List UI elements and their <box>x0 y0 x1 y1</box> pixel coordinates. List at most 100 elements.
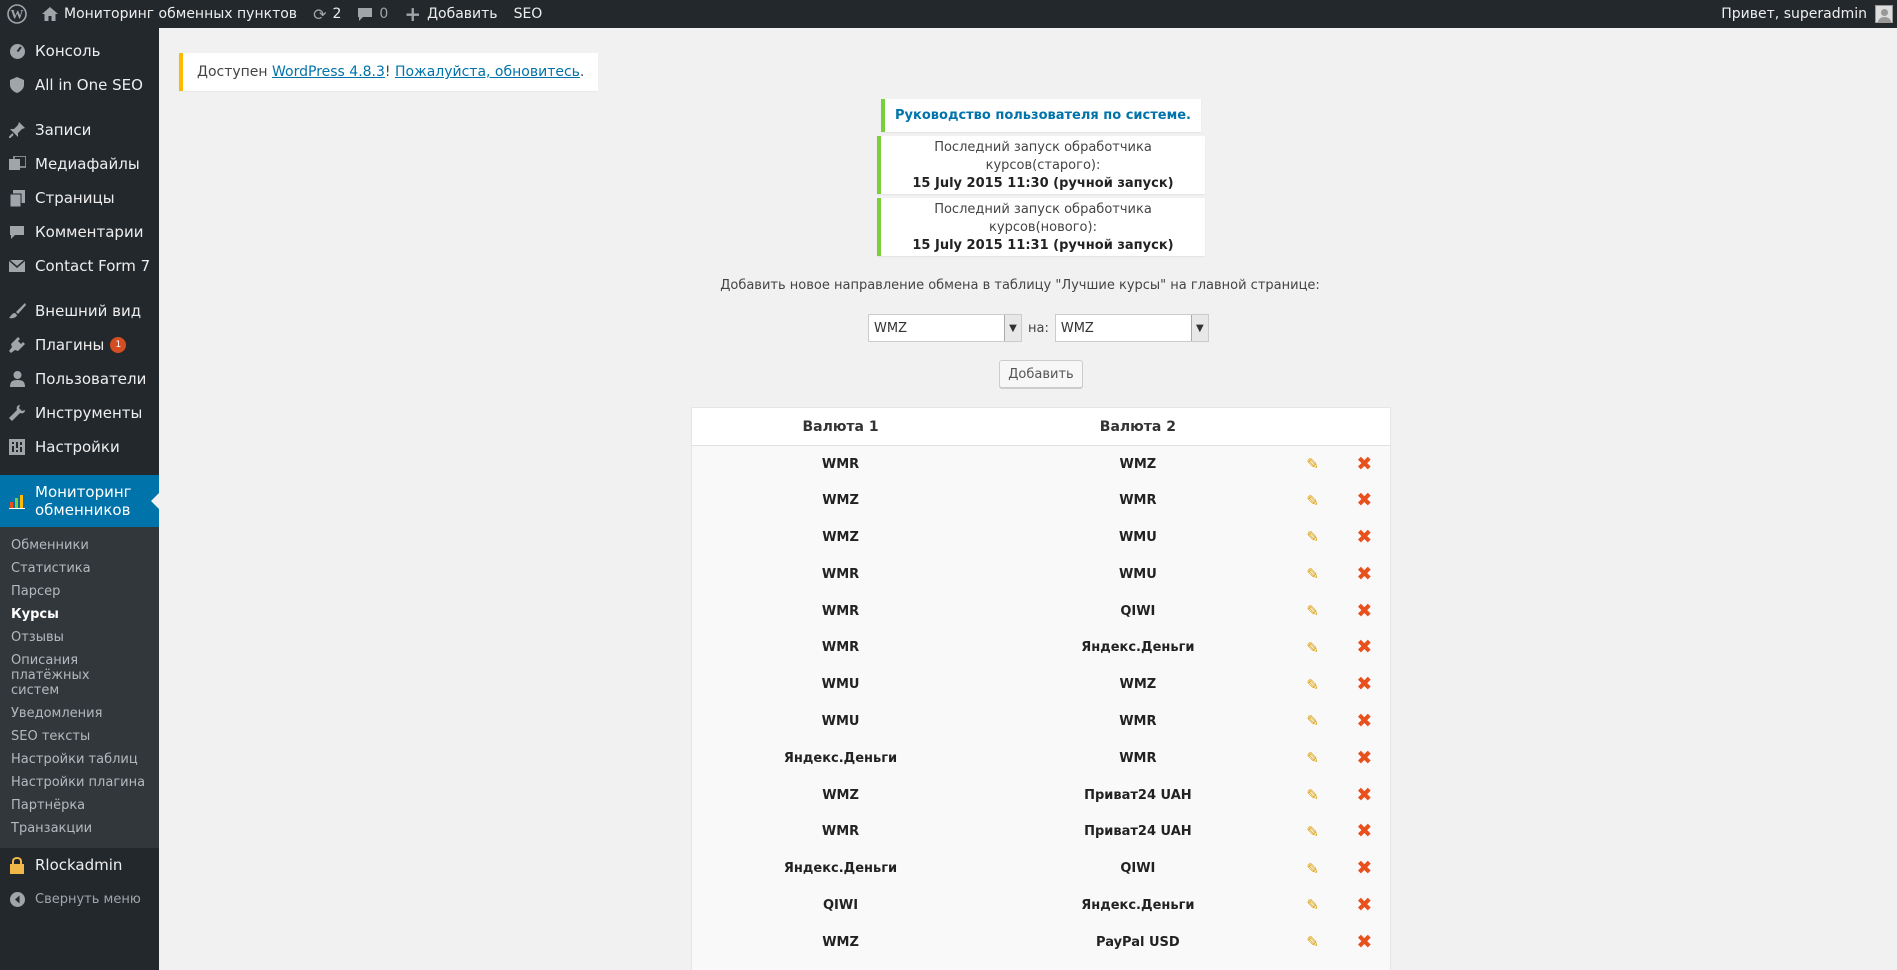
my-account-link[interactable]: Привет, superadmin <box>1713 0 1897 28</box>
currency-2-cell: QIWI <box>1120 603 1156 619</box>
main-content: Доступен WordPress 4.8.3! Пожалуйста, об… <box>159 28 1897 970</box>
submenu-item-rates[interactable]: Курсы <box>0 603 159 626</box>
old-handler-line2: курсов(старого): <box>985 158 1101 173</box>
menu-label: Записи <box>35 121 92 139</box>
menu-media[interactable]: Медиафайлы <box>0 147 159 181</box>
submenu-item-exchangers[interactable]: Обменники <box>0 534 159 557</box>
old-handler-line1: Последний запуск обработчика <box>934 140 1152 155</box>
submenu-item-statistics[interactable]: Статистика <box>0 557 159 580</box>
menu-appearance[interactable]: Внешний вид <box>0 294 159 328</box>
edit-pencil-icon[interactable]: ✎ <box>1306 565 1319 583</box>
submenu-item-payment-descriptions[interactable]: Описания платёжных систем <box>0 649 135 702</box>
delete-cross-icon[interactable]: ✖ <box>1356 859 1372 878</box>
user-icon <box>8 370 26 388</box>
edit-pencil-icon[interactable]: ✎ <box>1306 823 1319 841</box>
edit-pencil-icon[interactable]: ✎ <box>1306 602 1319 620</box>
edit-pencil-icon[interactable]: ✎ <box>1306 676 1319 694</box>
edit-pencil-icon[interactable]: ✎ <box>1306 492 1319 510</box>
edit-pencil-icon[interactable]: ✎ <box>1306 528 1319 546</box>
currency-to-select[interactable]: WMZ ▼ <box>1054 314 1209 342</box>
submenu-item-plugin-settings[interactable]: Настройки плагина <box>0 771 159 794</box>
edit-pencil-icon[interactable]: ✎ <box>1306 860 1319 878</box>
menu-label: Внешний вид <box>35 302 142 320</box>
menu-label: Комментарии <box>35 223 144 241</box>
currency-2-cell: PayPal USD <box>1096 934 1180 950</box>
menu-label: Contact Form 7 <box>35 257 151 275</box>
new-handler-time: 15 July 2015 11:31 (ручной запуск) <box>912 238 1174 253</box>
delete-cross-icon[interactable]: ✖ <box>1356 638 1372 657</box>
menu-label: Инструменты <box>35 404 143 422</box>
wordpress-version-link[interactable]: WordPress 4.8.3 <box>272 64 385 80</box>
menu-posts[interactable]: Записи <box>0 113 159 147</box>
table-row: WMZ WMR ✎ ✖ <box>692 482 1391 519</box>
currency-2-cell: WMR <box>1119 750 1157 766</box>
collapse-menu-button[interactable]: Свернуть меню <box>0 882 159 916</box>
delete-cross-icon[interactable]: ✖ <box>1356 564 1372 584</box>
menu-rlockadmin[interactable]: Rlockadmin <box>0 848 159 882</box>
delete-cross-icon[interactable]: ✖ <box>1356 491 1372 510</box>
currency-1-cell: WMU <box>821 713 860 729</box>
submenu-item-transactions[interactable]: Транзакции <box>0 817 159 840</box>
new-content-link[interactable]: + Добавить <box>396 0 505 28</box>
add-direction-button[interactable]: Добавить <box>999 360 1083 388</box>
submenu-item-affiliate[interactable]: Партнёрка <box>0 794 159 817</box>
delete-cross-icon[interactable]: ✖ <box>1356 601 1372 621</box>
delete-cross-icon[interactable]: ✖ <box>1356 785 1372 805</box>
currency-from-select[interactable]: WMZ ▼ <box>868 314 1022 342</box>
currency-2-cell: WMZ <box>1119 456 1157 472</box>
plus-icon: + <box>404 2 422 26</box>
delete-cross-icon[interactable]: ✖ <box>1356 454 1372 474</box>
delete-cross-icon[interactable]: ✖ <box>1356 527 1372 547</box>
submenu-item-notifications[interactable]: Уведомления <box>0 702 159 725</box>
menu-contact-form[interactable]: Contact Form 7 <box>0 249 159 283</box>
edit-pencil-icon[interactable]: ✎ <box>1306 896 1319 914</box>
menu-label: Консоль <box>35 42 101 60</box>
menu-tools[interactable]: Инструменты <box>0 396 159 430</box>
mail-icon <box>8 257 26 275</box>
submenu-item-parser[interactable]: Парсер <box>0 580 159 603</box>
edit-pencil-icon[interactable]: ✎ <box>1306 455 1319 473</box>
menu-label: Страницы <box>35 189 115 207</box>
delete-cross-icon[interactable]: ✖ <box>1356 932 1372 952</box>
edit-pencil-icon[interactable]: ✎ <box>1306 712 1319 730</box>
menu-all-in-one-seo[interactable]: All in One SEO <box>0 68 159 102</box>
to-label: на: <box>1028 320 1049 336</box>
delete-cross-icon[interactable]: ✖ <box>1356 748 1372 768</box>
menu-settings[interactable]: Настройки <box>0 430 159 464</box>
delete-cross-icon[interactable]: ✖ <box>1356 822 1372 841</box>
edit-pencil-icon[interactable]: ✎ <box>1306 933 1319 951</box>
user-guide-link[interactable]: Руководство пользователя по системе. <box>895 107 1191 125</box>
delete-cross-icon[interactable]: ✖ <box>1356 711 1372 731</box>
wordpress-logo-icon[interactable]: W <box>0 0 34 28</box>
menu-exchange-monitoring[interactable]: Мониторинг обменников <box>0 475 159 527</box>
currency-2-cell: WMU <box>1118 529 1157 545</box>
table-row: WMU WMZ ✎ ✖ <box>692 666 1391 703</box>
avatar <box>1875 5 1893 23</box>
dashboard-icon <box>8 42 26 60</box>
comments-link[interactable]: 0 <box>349 0 396 28</box>
menu-pages[interactable]: Страницы <box>0 181 159 215</box>
currency-1-cell: WMR <box>821 456 860 472</box>
delete-cross-icon[interactable]: ✖ <box>1356 895 1372 915</box>
menu-dashboard[interactable]: Консоль <box>0 34 159 68</box>
currency-1-cell: WMR <box>821 824 860 840</box>
submenu-item-reviews[interactable]: Отзывы <box>0 626 159 649</box>
menu-plugins[interactable]: Плагины 1 <box>0 328 159 362</box>
submenu-item-seo-texts[interactable]: SEO тексты <box>0 725 159 748</box>
delete-cross-icon[interactable]: ✖ <box>1356 675 1372 694</box>
currency-1-cell: WMZ <box>822 934 859 950</box>
menu-comments[interactable]: Комментарии <box>0 215 159 249</box>
table-row: Яндекс.Деньги QIWI ✎ ✖ <box>692 850 1391 887</box>
edit-pencil-icon[interactable]: ✎ <box>1306 786 1319 804</box>
site-name-link[interactable]: Мониторинг обменных пунктов <box>34 0 305 28</box>
menu-users[interactable]: Пользователи <box>0 362 159 396</box>
update-icon: ⟳ <box>313 4 327 24</box>
collapse-icon <box>8 890 26 908</box>
submenu-item-table-settings[interactable]: Настройки таблиц <box>0 748 159 771</box>
updates-link[interactable]: ⟳ 2 <box>305 0 349 28</box>
edit-pencil-icon[interactable]: ✎ <box>1306 639 1319 657</box>
update-now-link[interactable]: Пожалуйста, обновитесь <box>395 64 580 80</box>
seo-link[interactable]: SEO <box>506 0 551 28</box>
edit-pencil-icon[interactable]: ✎ <box>1306 749 1319 767</box>
table-row: WMR WMZ ✎ ✖ <box>692 446 1391 483</box>
